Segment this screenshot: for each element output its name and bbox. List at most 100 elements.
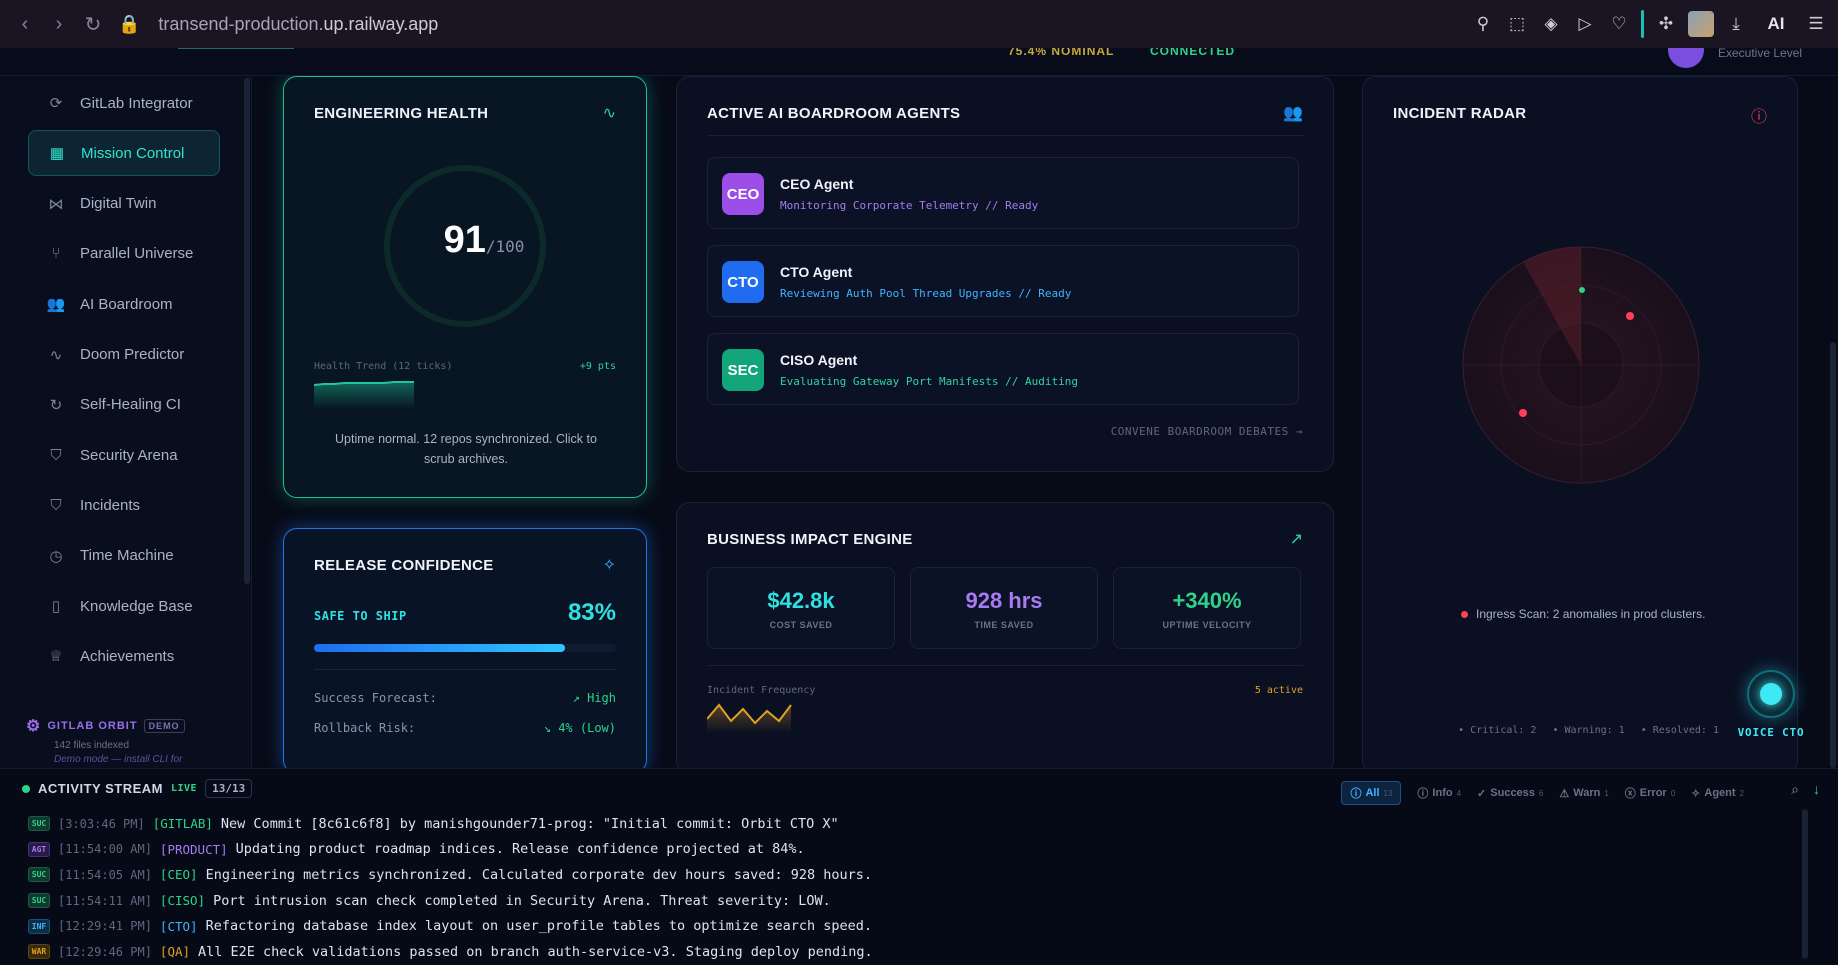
- scroll-down-icon[interactable]: ↓: [1813, 781, 1820, 798]
- sidebar-item-label: Self-Healing CI: [80, 396, 181, 414]
- radar-blip-critical: [1626, 312, 1634, 320]
- live-dot: [22, 784, 30, 793]
- main-content: ENGINEERING HEALTH ∿ 91/100 Health Trend…: [252, 76, 1838, 768]
- engineering-health-title: ENGINEERING HEALTH: [314, 105, 489, 122]
- agents-header-divider: [707, 135, 1303, 136]
- sidebar-item-time-machine[interactable]: ◷ Time Machine: [28, 533, 220, 579]
- forward-icon[interactable]: ›: [42, 7, 76, 41]
- log-row: SUC [11:54:11 AM] [CISO] Port intrusion sca…: [28, 888, 1768, 914]
- agent-row[interactable]: CTO CTO Agent Reviewing Auth Pool Thread U…: [707, 245, 1299, 317]
- search-icon[interactable]: ⌕: [1791, 781, 1799, 798]
- sidebar-item-label: Security Arena: [80, 446, 178, 464]
- log-level-badge: INF: [28, 918, 50, 934]
- menu-icon[interactable]: ☰: [1804, 7, 1828, 41]
- log-timestamp: [12:29:41 PM]: [58, 919, 152, 934]
- filter-all[interactable]: ⓘ All 13: [1341, 781, 1402, 805]
- activity-stream-title: ACTIVITY STREAM: [38, 781, 163, 796]
- log-level-badge: SUC: [28, 867, 50, 883]
- filter-label: All: [1365, 787, 1380, 799]
- sidebar-scrollbar[interactable]: [244, 78, 250, 584]
- log-source-tag: [GITLAB]: [152, 816, 213, 832]
- shield-check-icon: ⛉: [50, 446, 62, 464]
- incident-frequency-sparkline: [707, 703, 792, 733]
- filter-warn[interactable]: ⚠ Warn 1: [1559, 787, 1608, 800]
- log-timestamp: [12:29:46 PM]: [58, 944, 152, 959]
- legend-warning: • Warning: 1: [1552, 725, 1625, 736]
- orbit-icon: ⚙: [26, 718, 42, 735]
- sparkles-icon: ✧: [602, 557, 616, 574]
- log-timestamp: [11:54:11 AM]: [58, 893, 152, 908]
- radar-display[interactable]: [1461, 245, 1701, 485]
- health-trend-sparkline: [314, 381, 414, 409]
- agent-row[interactable]: CEO CEO Agent Monitoring Corporate Telemet…: [707, 157, 1299, 229]
- health-trend-label: Health Trend (12 ticks): [314, 361, 453, 372]
- activity-icon: ∿: [49, 346, 63, 364]
- incident-frequency-active: 5 active: [1254, 685, 1303, 696]
- voice-cto-button[interactable]: VOICE CTO: [1726, 670, 1816, 739]
- extensions-icon[interactable]: ✣: [1654, 7, 1678, 41]
- ingress-scan-dot: [1461, 610, 1468, 618]
- sidebar-item-self-healing-ci[interactable]: ↻ Self-Healing CI: [28, 382, 220, 428]
- log-level-badge: WAR: [28, 944, 50, 960]
- main-scrollbar[interactable]: [1830, 342, 1836, 768]
- sidebar-item-digital-twin[interactable]: ⋈ Digital Twin: [28, 181, 220, 227]
- filter-info[interactable]: ⓘ Info 4: [1417, 785, 1461, 801]
- url-host-prefix: transend-production.: [158, 13, 324, 34]
- agent-name: CEO Agent: [780, 176, 854, 192]
- user-avatar[interactable]: [1668, 48, 1704, 68]
- download-icon[interactable]: ⤓: [1724, 7, 1748, 41]
- engineering-health-card[interactable]: ENGINEERING HEALTH ∿ 91/100 Health Trend…: [283, 76, 647, 498]
- stream-scrollbar[interactable]: [1802, 809, 1808, 959]
- sidebar-item-parallel-universe[interactable]: ⑂ Parallel Universe: [28, 231, 220, 277]
- pocket-icon[interactable]: ◈: [1539, 7, 1563, 41]
- sidebar-item-label: Parallel Universe: [80, 245, 194, 263]
- filter-success[interactable]: ✓ Success 6: [1477, 787, 1543, 800]
- sidebar-item-ai-boardroom[interactable]: 👥 AI Boardroom: [28, 281, 220, 327]
- address-bar[interactable]: 🔒 transend-production. up.railway.app: [118, 14, 438, 35]
- impact-metric-label: UPTIME VELOCITY: [1162, 620, 1252, 630]
- sidebar-item-knowledge-base[interactable]: ▯ Knowledge Base: [28, 583, 220, 629]
- sidebar-item-security-arena[interactable]: ⛉ Security Arena: [28, 432, 220, 478]
- users-icon[interactable]: 👥: [1283, 103, 1303, 123]
- convene-debates-link[interactable]: CONVENE BOARDROOM DEBATES →: [1111, 425, 1303, 438]
- trend-up-icon: ↗: [572, 691, 588, 705]
- book-icon: ▯: [51, 598, 61, 615]
- sidebar-item-doom-predictor[interactable]: ∿ Doom Predictor: [28, 332, 220, 378]
- reload-icon[interactable]: ↻: [76, 7, 110, 41]
- agent-status: Evaluating Gateway Port Manifests // Aud…: [780, 375, 1079, 388]
- filter-error[interactable]: ⓧ Error 0: [1625, 785, 1675, 801]
- play-icon[interactable]: ▷: [1573, 7, 1597, 41]
- app-header: 75.4% NOMINAL CONNECTED Executive Level: [0, 48, 1838, 76]
- log-timestamp: [11:54:00 AM]: [58, 842, 152, 857]
- incident-radar-card: INCIDENT RADAR ⓘ Ingress Scan: 2 anomali…: [1362, 76, 1798, 768]
- rollback-label: Rollback Risk:: [314, 721, 416, 735]
- log-message: Engineering metrics synchronized. Calcul…: [205, 866, 873, 883]
- screenshot-icon[interactable]: ⬚: [1505, 7, 1529, 41]
- refresh-icon: ↻: [49, 396, 63, 414]
- impact-metric: 928 hrs TIME SAVED: [910, 567, 1098, 649]
- profile-avatar[interactable]: [1688, 11, 1714, 37]
- release-status: SAFE TO SHIP: [314, 609, 407, 623]
- pulse-icon: ∿: [602, 105, 616, 122]
- sidebar-item-label: Digital Twin: [80, 195, 157, 213]
- heart-icon[interactable]: ♡: [1607, 7, 1631, 41]
- ai-button[interactable]: AI: [1758, 7, 1794, 41]
- radar-legend: • Critical: 2 • Warning: 1 • Resolved: 1: [1458, 725, 1719, 736]
- pin-icon[interactable]: ⚲: [1471, 7, 1495, 41]
- health-score: 91/100: [404, 219, 564, 262]
- sidebar-item-achievements[interactable]: ♕ Achievements: [28, 633, 220, 679]
- sidebar-item-gitlab-integrator[interactable]: ⟳ GitLab Integrator: [28, 80, 220, 126]
- filter-count: 4: [1456, 788, 1462, 798]
- forecast-value: High: [587, 691, 616, 705]
- filter-agent[interactable]: ✧ Agent 2: [1691, 787, 1744, 800]
- activity-stream: ACTIVITY STREAM LIVE 13/13 ⓘ All 13 ⓘ Info 4 ✓…: [0, 768, 1838, 965]
- live-badge: LIVE: [171, 783, 198, 794]
- branch-icon: ⑂: [51, 245, 61, 263]
- sidebar-item-mission-control[interactable]: ▦ Mission Control: [28, 130, 220, 177]
- agent-row[interactable]: SEC CISO Agent Evaluating Gateway Port Man…: [707, 333, 1299, 405]
- trend-down-icon: ↘: [543, 721, 559, 735]
- sidebar-item-label: GitLab Integrator: [80, 94, 193, 112]
- back-icon[interactable]: ‹: [8, 7, 42, 41]
- release-percent: 83%: [567, 599, 616, 626]
- sidebar-item-incidents[interactable]: ⛉ Incidents: [28, 482, 220, 528]
